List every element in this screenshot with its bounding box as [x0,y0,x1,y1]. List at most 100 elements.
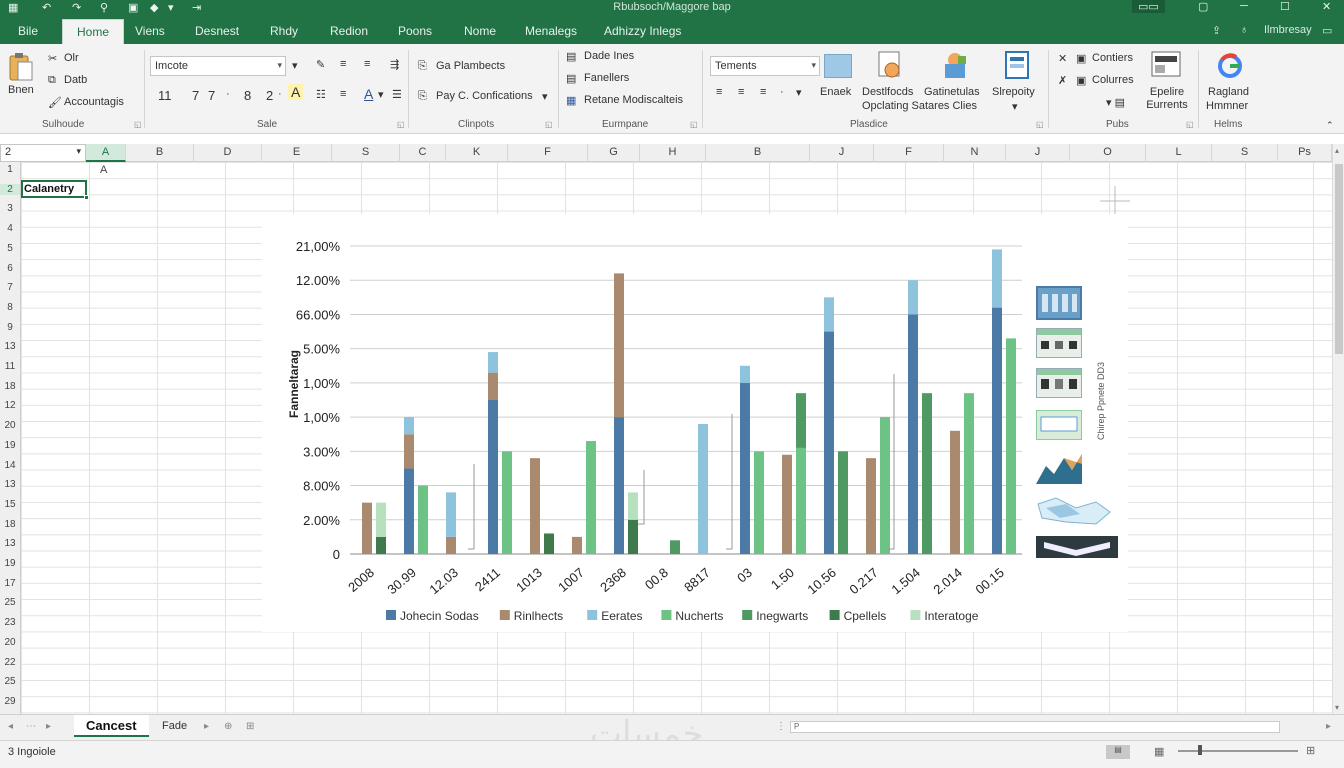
column-header[interactable]: F [508,144,588,162]
delete-icon[interactable]: ✗ [1058,74,1067,87]
vertical-scroll-thumb[interactable] [1335,164,1343,354]
dade-ines-icon[interactable]: ▤ [566,50,576,63]
sheet-tab-cancest[interactable]: Cancest [74,715,149,737]
row-header[interactable]: 22 [0,657,20,668]
align-center-icon[interactable]: ≡ [364,58,370,70]
tab-home[interactable]: Home [62,19,125,44]
normal-view-icon[interactable]: ▤ [1106,745,1130,759]
align-left-icon[interactable]: ≡ [716,86,722,98]
cell-styles-icon[interactable] [1002,50,1032,80]
plambects-button[interactable]: Ga Plambects [436,60,505,72]
add-sheet-icon[interactable]: ⊕ [224,721,232,732]
confications-button[interactable]: Pay C. Confications [436,90,533,102]
chart-style-thumb-3[interactable] [1036,368,1082,398]
fanellers-button[interactable]: Fanellers [584,72,629,84]
highlight-button[interactable]: A [288,84,304,100]
row-header[interactable]: 13 [0,341,20,352]
retane-icon[interactable]: ▦ [566,94,576,107]
zoom-in-icon[interactable]: ⊞ [1306,744,1315,757]
number-dropdown-icon[interactable]: · [780,86,784,98]
row-header[interactable]: 17 [0,578,20,589]
column-header[interactable]: H [640,144,706,162]
row-header[interactable]: 18 [0,381,20,392]
epelire-button[interactable]: Epelire Eurrents [1144,86,1190,112]
page-layout-icon[interactable]: ▦ [1154,745,1164,758]
dade-ines-button[interactable]: Dade Ines [584,50,634,62]
column-header[interactable]: S [1212,144,1278,162]
align-icon[interactable]: ≡ [340,58,346,70]
close-icon[interactable]: ✕ [1322,0,1331,13]
eurmpane-launcher-icon[interactable]: ◱ [690,120,698,129]
column-header[interactable]: K [446,144,508,162]
format-painter-icon[interactable]: 🖌 [48,96,62,109]
row-header[interactable]: 6 [0,263,20,274]
tab-nome[interactable]: Nome [464,24,496,38]
column-header[interactable]: C [400,144,446,162]
clipboard-launcher-icon[interactable]: ◱ [134,120,142,129]
row-header[interactable]: 5 [0,243,20,254]
font-color-dropdown-icon[interactable]: ▾ [378,88,384,101]
copy-icon[interactable]: ⧉ [48,74,56,87]
align-right-icon[interactable]: ≡ [760,86,766,98]
contiers-icon[interactable]: ▣ [1076,52,1086,65]
row-header[interactable]: 12 [0,400,20,411]
font-size-value[interactable]: 11 [158,88,172,103]
row-header[interactable]: 3 [0,203,20,214]
tab-desnest[interactable]: Desnest [195,24,239,38]
font-launcher-icon[interactable]: ◱ [397,120,405,129]
row-header[interactable]: 29 [0,696,20,707]
sheet-tab-fade[interactable]: Fade [150,715,199,737]
map-chart-icon[interactable] [1036,494,1112,528]
italic-button[interactable]: 7 [208,88,215,103]
epelire-icon[interactable] [1150,50,1182,82]
borders-icon[interactable]: ☷ [316,88,326,101]
tab-redion[interactable]: Redion [330,24,368,38]
insert-icon[interactable]: ✕ [1058,52,1067,65]
conditional-format-icon[interactable] [876,50,904,80]
chart-style-thumb-4[interactable] [1036,410,1082,440]
plasdice-launcher-icon[interactable]: ◱ [1036,120,1044,129]
cell-b1[interactable]: A [100,164,107,176]
sheet-nav-prev-icon[interactable]: ⋯ [26,721,36,732]
horizontal-scrollbar[interactable]: P [790,721,1280,733]
strike-button[interactable]: 2 [266,88,273,103]
chart-style-thumb-1[interactable] [1036,286,1082,320]
sheet-options-icon[interactable]: ⊞ [246,721,254,732]
fanellers-icon[interactable]: ▤ [566,72,576,85]
row-header[interactable]: 25 [0,597,20,608]
minimize-icon[interactable]: ─ [1240,0,1248,12]
row-header[interactable]: 2 [0,183,20,195]
row-header[interactable]: 19 [0,440,20,451]
hmmner-button[interactable]: Hmmner [1206,100,1248,112]
plambects-icon[interactable]: ⎘ [418,60,427,73]
zoom-slider-track[interactable] [1178,750,1298,752]
colurres-icon[interactable]: ▣ [1076,74,1086,87]
column-header[interactable]: J [810,144,874,162]
account-icon[interactable]: ▭▭ [1132,0,1165,13]
retane-button[interactable]: Retane Modiscalteis [584,94,683,106]
format-painter-button[interactable]: Accountagis [64,96,124,108]
column-header[interactable]: O [1070,144,1146,162]
gatinetulas-button[interactable]: Gatinetulas [924,86,980,98]
column-header[interactable]: J [1006,144,1070,162]
fill-handle[interactable] [84,195,89,200]
vertical-scrollbar[interactable]: ▴ ▾ [1332,144,1344,714]
row-header[interactable]: 20 [0,420,20,431]
format-table-icon[interactable] [940,50,970,80]
formula-bar[interactable] [0,134,1344,144]
row-header[interactable]: 9 [0,322,20,333]
font-color-icon[interactable]: A [364,86,373,102]
scroll-down-icon[interactable]: ▾ [1335,703,1339,712]
active-cell-a2[interactable]: Calanetry [21,180,89,200]
row-header[interactable]: 20 [0,637,20,648]
pen-icon[interactable]: ✎ [316,58,325,71]
account-name[interactable]: Ilmbresay [1264,24,1312,36]
row-header[interactable]: 1 [0,164,20,175]
sheet-more-icon[interactable]: ▸ [204,721,209,732]
name-box[interactable]: 2 ▾ [0,144,86,162]
google-icon[interactable] [1216,52,1244,80]
column-header[interactable]: E [262,144,332,162]
opclating-label[interactable]: Opclating Satares Clies [862,100,977,112]
confications-dropdown-icon[interactable]: ▾ [542,90,548,103]
tab-adhizzy[interactable]: Adhizzy Inlegs [604,24,681,38]
